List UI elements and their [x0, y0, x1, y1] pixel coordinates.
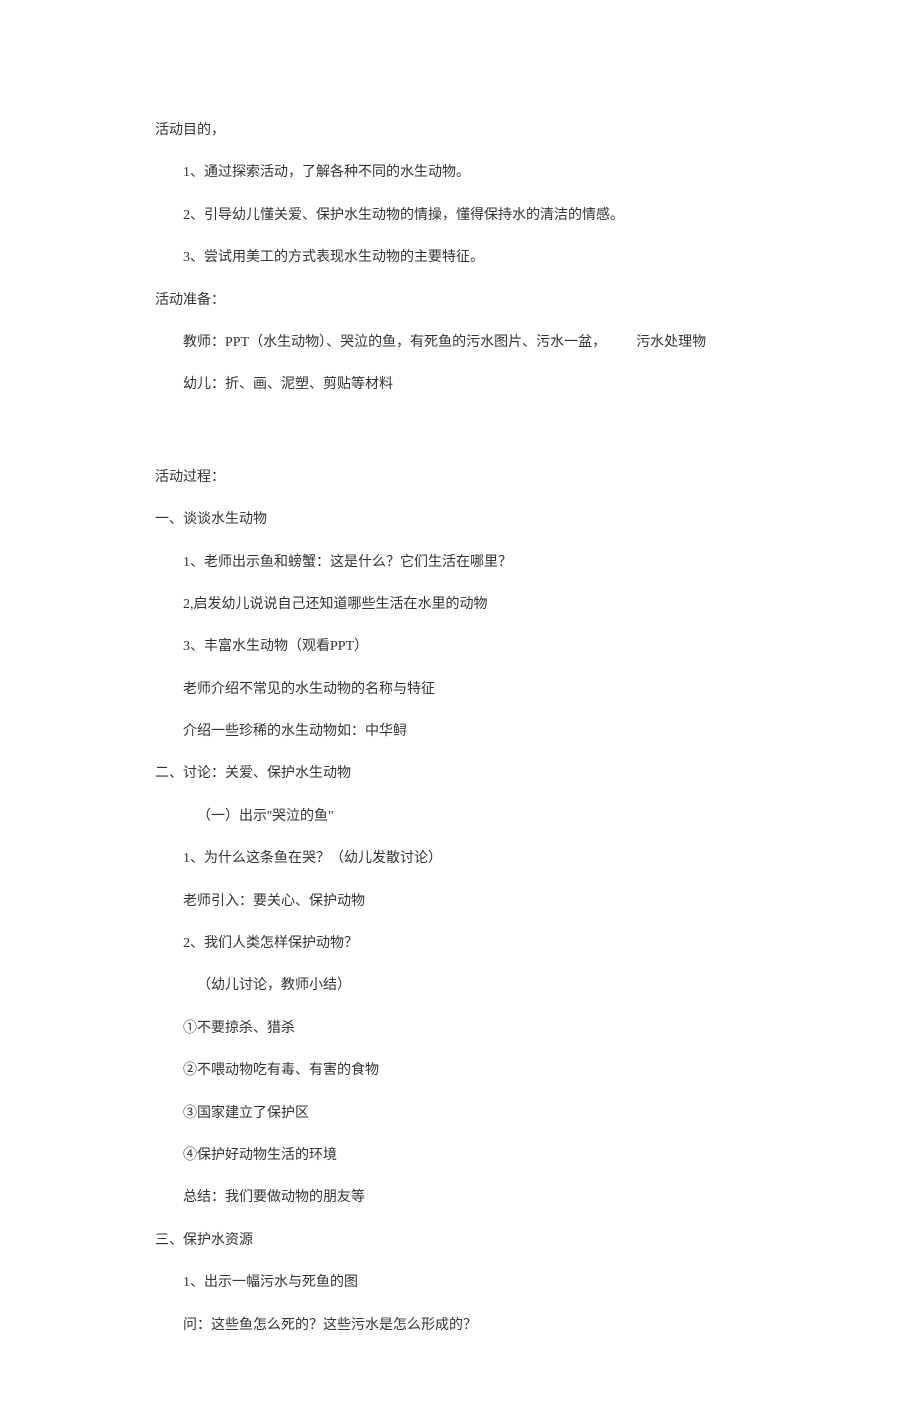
section2-point: ③国家建立了保护区 — [183, 1103, 765, 1125]
teacher-prep: 教师：PPT（水生动物）、哭泣的鱼，有死鱼的污水图片、污水一盆， 污水处理物 — [183, 332, 765, 354]
section3-item: 问：这些鱼怎么死的？这些污水是怎么形成的？ — [183, 1315, 765, 1337]
preparation-heading: 活动准备： — [155, 290, 765, 312]
teacher-extra: 污水处理物 — [636, 335, 706, 350]
section2-item: 1、为什么这条鱼在哭？（幼儿发散讨论） — [183, 848, 765, 870]
section1-item: 1、老师出示鱼和螃蟹：这是什么？它们生活在哪里？ — [183, 552, 765, 574]
section2-sub: （一）出示''哭泣的鱼" — [197, 806, 765, 828]
section2-point: ④保护好动物生活的环境 — [183, 1145, 765, 1167]
section2-discuss: （幼儿讨论，教师小结） — [197, 975, 765, 997]
section2-item: 2、我们人类怎样保护动物？ — [183, 933, 765, 955]
children-prep: 幼儿：折、画、泥塑、剪贴等材料 — [183, 374, 765, 396]
section1-heading: 一、谈谈水生动物 — [155, 509, 765, 531]
section2-point: ②不喂动物吃有毒、有害的食物 — [183, 1060, 765, 1082]
teacher-content: PPT（水生动物）、哭泣的鱼，有死鱼的污水图片、污水一盆， — [225, 335, 606, 350]
teacher-label: 教师： — [183, 335, 225, 350]
section2-item: 老师引入：要关心、保护动物 — [183, 891, 765, 913]
section3-item: 1、出示一幅污水与死鱼的图 — [183, 1272, 765, 1294]
purpose-heading: 活动目的， — [155, 120, 765, 142]
purpose-item: 1、通过探索活动，了解各种不同的水生动物。 — [183, 162, 765, 184]
section1-item: 2,启发幼儿说说自己还知道哪些生活在水里的动物 — [183, 594, 765, 616]
section2-point: ①不要掠杀、猎杀 — [183, 1018, 765, 1040]
section1-item: 3、丰富水生动物（观看PPT） — [183, 636, 765, 658]
section2-point: 总结：我们要做动物的朋友等 — [183, 1187, 765, 1209]
process-heading: 活动过程： — [155, 467, 765, 489]
section3-heading: 三、保护水资源 — [155, 1230, 765, 1252]
section1-item: 老师介绍不常见的水生动物的名称与特征 — [183, 679, 765, 701]
purpose-item: 3、尝试用美工的方式表现水生动物的主要特征。 — [183, 247, 765, 269]
section1-item: 介绍一些珍稀的水生动物如：中华鲟 — [183, 721, 765, 743]
purpose-item: 2、引导幼儿懂关爱、保护水生动物的情操，懂得保持水的清洁的情感。 — [183, 205, 765, 227]
section2-heading: 二、讨论：关爱、保护水生动物 — [155, 763, 765, 785]
